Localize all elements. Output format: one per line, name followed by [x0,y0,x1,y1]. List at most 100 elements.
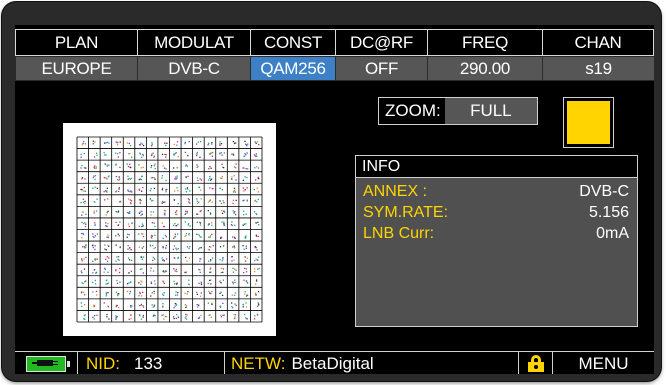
constellation-symbol [219,280,221,282]
value-freq[interactable]: 290.00 [427,56,542,81]
constellation-symbol [223,167,225,169]
constellation-symbol [81,258,83,260]
constellation-symbol [186,314,188,316]
constellation-symbol [83,268,86,270]
constellation-symbol [258,256,260,258]
constellation-symbol [80,202,82,204]
constellation-symbol [127,189,129,191]
constellation-symbol [141,190,143,192]
constellation-symbol [141,247,143,249]
value-const[interactable]: QAM256 [250,56,335,81]
constellation-symbol [173,237,175,239]
constellation-symbol [242,210,245,212]
header-chan[interactable]: CHAN [542,29,654,56]
header-modulat[interactable]: MODULAT [137,29,250,56]
constellation-symbol [105,293,108,295]
value-plan[interactable]: EUROPE [15,56,137,81]
constellation-symbol [142,291,144,293]
constellation-symbol [95,290,98,293]
constellation-symbol [188,199,190,201]
info-key: ANNEX : [363,182,428,200]
constellation-symbol [175,247,177,249]
constellation-symbol [232,154,235,156]
constellation-symbol [106,212,108,214]
constellation-symbol [221,177,223,179]
constellation-symbol [220,291,222,293]
constellation-symbol [244,313,246,316]
value-chan[interactable]: s19 [542,56,654,81]
constellation-symbol [152,199,154,202]
constellation-symbol [199,210,201,213]
constellation-symbol [107,234,109,236]
constellation-symbol [234,316,236,318]
menu-button[interactable]: MENU [552,352,654,374]
constellation-symbol [92,246,94,249]
constellation-symbol [207,144,209,146]
header-plan[interactable]: PLAN [15,29,137,56]
header-freq[interactable]: FREQ [427,29,542,56]
constellation-symbol [173,280,175,283]
constellation-symbol [187,291,189,293]
constellation-symbol [131,156,133,158]
constellation-symbol [233,212,236,214]
device-bezel: PLAN MODULAT CONST DC@RF FREQ CHAN EUROP… [2,2,661,381]
constellation-symbol [94,224,96,226]
constellation-symbol [235,214,237,216]
constellation-symbol [210,167,212,169]
constellation-symbol [197,306,199,308]
constellation-symbol [151,143,153,145]
constellation-symbol [105,295,108,297]
constellation-symbol [150,211,152,213]
constellation-symbol [164,142,166,144]
constellation-symbol [94,245,96,247]
zoom-control[interactable]: ZOOM: FULL [378,97,538,125]
constellation-symbol [246,281,248,284]
constellation-symbol [176,270,178,273]
constellation-symbol [104,267,106,269]
constellation-symbol [223,223,225,225]
constellation-symbol [153,314,155,316]
constellation-symbol [93,306,95,308]
zoom-value[interactable]: FULL [444,98,537,124]
constellation-symbol [258,143,260,146]
value-dc-rf[interactable]: OFF [335,56,427,81]
header-const[interactable]: CONST [250,29,335,56]
constellation-symbol [106,283,108,285]
constellation-symbol [175,152,177,154]
constellation-symbol [107,222,109,225]
constellation-symbol [211,142,213,144]
constellation-symbol [186,305,188,307]
constellation-symbol [198,234,200,236]
constellation-symbol [212,257,214,259]
constellation-symbol [211,143,213,145]
constellation-diagram [63,123,276,336]
constellation-symbol [231,294,233,296]
constellation-symbol [142,256,145,258]
constellation-symbol [246,318,248,320]
constellation-symbol [234,292,237,294]
constellation-symbol [80,188,82,191]
nid-value: 133 [134,353,163,373]
constellation-symbol [233,187,236,189]
constellation-symbol [219,141,221,143]
constellation-symbol [92,233,94,235]
constellation-symbol [119,281,121,283]
value-modulat[interactable]: DVB-C [137,56,250,81]
constellation-symbol [210,152,212,154]
header-dc-rf[interactable]: DC@RF [335,29,427,56]
constellation-symbol [106,313,108,316]
constellation-symbol [232,267,234,269]
constellation-symbol [257,167,260,169]
constellation-symbol [154,167,156,170]
constellation-symbol [85,280,87,282]
constellation-symbol [150,200,153,202]
constellation-symbol [150,214,152,216]
constellation-symbol [175,294,177,296]
constellation-symbol [142,144,145,147]
constellation-symbol [243,248,245,250]
constellation-symbol [84,225,87,228]
constellation-symbol [92,291,94,293]
constellation-symbol [115,291,118,293]
constellation-symbol [92,260,94,262]
constellation-symbol [81,260,83,262]
